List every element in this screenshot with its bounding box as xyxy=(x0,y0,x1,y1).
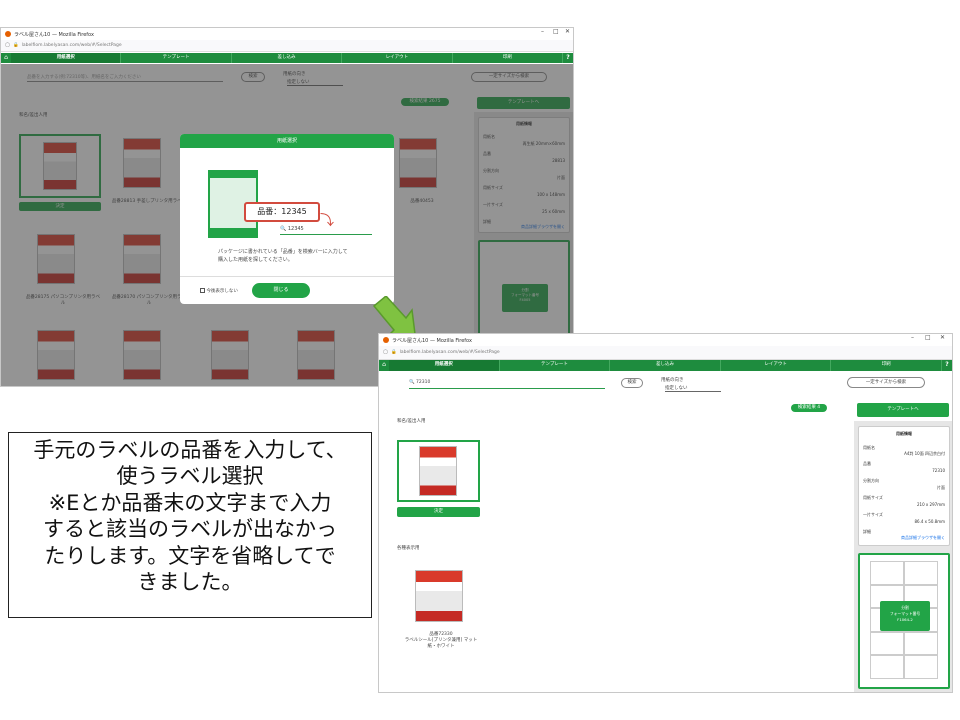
product-name: 品番72330 ラベルシール[プリンタ兼用] マット紙・ホワイト xyxy=(404,632,478,649)
info-value: 72310 xyxy=(932,468,945,473)
info-label: 品番 xyxy=(863,461,871,466)
modal-close-button[interactable]: 閉じる xyxy=(252,283,310,298)
product-image xyxy=(419,446,457,496)
home-icon[interactable]: ⌂ xyxy=(379,360,389,371)
info-value: 210 x 297mm xyxy=(917,502,945,507)
info-value: A4判 10面 四辺余白付 xyxy=(904,451,945,456)
info-label: 一片サイズ xyxy=(863,512,883,517)
example-search-bar: 🔍 12345 xyxy=(280,226,372,235)
info-label: 分割方向 xyxy=(863,478,879,483)
step-print[interactable]: 印刷 xyxy=(831,360,942,371)
info-value: 86.4 x 50.8mm xyxy=(914,519,945,524)
browser-window-2: ラベル屋さん10 — Mozilla Firefox – □ ✕ ◯ 🔒 lab… xyxy=(378,333,953,693)
maximize-button[interactable]: □ xyxy=(553,28,559,40)
search-value[interactable]: 72310 xyxy=(416,380,430,385)
minimize-button[interactable]: – xyxy=(911,334,914,346)
details-link[interactable]: 商品詳細ブラウザを開く xyxy=(901,535,945,541)
category-label: 各種表示用 xyxy=(397,546,420,551)
checkbox-label: 今後表示しない xyxy=(206,289,238,294)
help-icon[interactable]: ? xyxy=(942,360,952,371)
example-label-box: 品番：12345 xyxy=(244,202,320,222)
info-label: 詳細 xyxy=(863,529,871,534)
step-paper-select[interactable]: 用紙選択 xyxy=(11,53,122,63)
orientation-select[interactable]: 指定しない xyxy=(665,385,721,392)
step-layout[interactable]: レイアウト xyxy=(342,53,453,63)
paper-info-card: 用紙情報 用紙名 A4判 10面 四辺余白付 品番 72310 分割方向 片面 … xyxy=(858,426,950,546)
title-bar: ラベル屋さん10 — Mozilla Firefox xyxy=(1,28,573,40)
paper-info-header: 用紙情報 xyxy=(896,431,912,436)
maximize-button[interactable]: □ xyxy=(925,334,931,346)
info-label: 用紙名 xyxy=(863,445,875,450)
step-merge[interactable]: 差し込み xyxy=(232,53,343,63)
step-layout[interactable]: レイアウト xyxy=(721,360,832,371)
template-button[interactable]: テンプレートへ xyxy=(857,403,949,417)
firefox-icon xyxy=(383,337,389,343)
info-label: 用紙サイズ xyxy=(863,495,883,500)
back-icon[interactable]: ◯ xyxy=(5,43,10,48)
step-print[interactable]: 印刷 xyxy=(453,53,564,63)
step-bar: ⌂ 用紙選択 テンプレート 差し込み レイアウト 印刷 ? xyxy=(379,360,952,371)
search-icon: 🔍 xyxy=(280,226,287,232)
step-bar: ⌂ 用紙選択 テンプレート 差し込み レイアウト 印刷 ? xyxy=(1,53,573,63)
example-search-value: 12345 xyxy=(287,226,304,232)
close-button[interactable]: ✕ xyxy=(565,28,570,40)
url-text[interactable]: labelfiom.labelyasan.com/web/#/SelectPag… xyxy=(22,43,122,48)
window-title: ラベル屋さん10 — Mozilla Firefox xyxy=(392,337,472,344)
product-image[interactable] xyxy=(415,570,463,622)
checkbox-icon[interactable] xyxy=(200,288,205,293)
close-button[interactable]: ✕ xyxy=(940,334,945,346)
explanation-note: 手元のラベルの品番を入力して、 使うラベル選択 ※Eとか品番末の文字まで入力 す… xyxy=(8,432,372,618)
search-button[interactable]: 検索 xyxy=(621,378,643,388)
step-paper-select[interactable]: 用紙選択 xyxy=(389,360,500,371)
firefox-icon xyxy=(5,31,11,37)
step-template[interactable]: テンプレート xyxy=(121,53,232,63)
url-text[interactable]: labelfiom.labelyasan.com/web/#/SelectPag… xyxy=(400,350,500,355)
lock-icon: 🔒 xyxy=(391,350,397,355)
result-badge: 検索結果 4 xyxy=(791,404,827,412)
orientation-label: 用紙の向き xyxy=(661,378,684,383)
product-card-selected[interactable] xyxy=(397,440,480,502)
lock-icon: 🔒 xyxy=(13,43,19,48)
search-input[interactable]: 🔍 72310 xyxy=(409,380,605,389)
back-icon[interactable]: ◯ xyxy=(383,350,388,355)
dont-show-checkbox[interactable]: 今後表示しない xyxy=(200,288,238,294)
info-value: 片面 xyxy=(937,485,945,490)
modal-dialog: 用紙選択 品番：12345 ⤵ 🔍 12345 パッケージに書かれている「品番」… xyxy=(180,134,394,304)
minimize-button[interactable]: – xyxy=(541,28,544,40)
size-search-button[interactable]: 一定サイズから検索 xyxy=(847,377,925,388)
modal-description: パッケージに書かれている「品番」を検索バーに入力して 購入した用紙を探してくださ… xyxy=(218,249,348,263)
window-title: ラベル屋さん10 — Mozilla Firefox xyxy=(14,31,94,38)
title-bar: ラベル屋さん10 — Mozilla Firefox xyxy=(379,334,952,346)
step-merge[interactable]: 差し込み xyxy=(610,360,721,371)
category-label: 和名/差出人用 xyxy=(397,419,426,424)
search-icon: 🔍 xyxy=(409,380,415,385)
decide-button[interactable]: 決定 xyxy=(397,507,480,517)
info-panel: 用紙情報 用紙名 A4判 10面 四辺余白付 品番 72310 分割方向 片面 … xyxy=(854,421,952,692)
step-template[interactable]: テンプレート xyxy=(500,360,611,371)
layout-preview-button[interactable]: 分割 フォーマット番号 F1064-2 xyxy=(880,601,930,631)
help-icon[interactable]: ? xyxy=(563,53,573,63)
paper-preview: 分割 フォーマット番号 F1064-2 xyxy=(858,553,950,689)
home-icon[interactable]: ⌂ xyxy=(1,53,11,63)
address-bar[interactable]: ◯ 🔒 labelfiom.labelyasan.com/web/#/Selec… xyxy=(1,40,573,52)
address-bar[interactable]: ◯ 🔒 labelfiom.labelyasan.com/web/#/Selec… xyxy=(379,346,952,360)
modal-title: 用紙選択 xyxy=(180,134,394,148)
